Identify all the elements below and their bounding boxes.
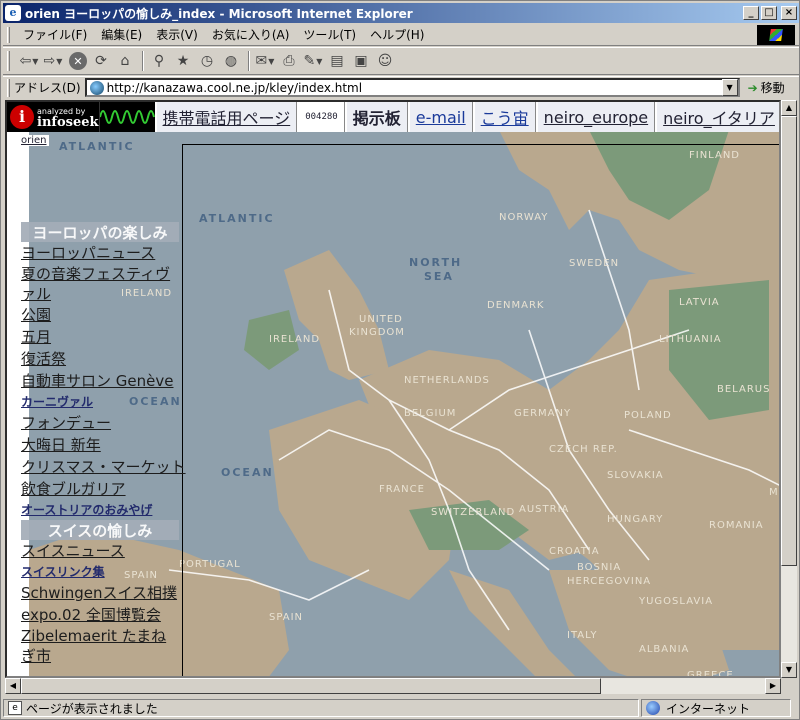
sidebar-item-schwingen[interactable]: Schwingenスイス相撲 [21,582,183,604]
sidebar-nav: ヨーロッパの楽しみ ヨーロッパニュース 夏の音楽フェスティヴァル 公園 五月 復… [7,222,186,666]
edit-icon[interactable]: ✎ ▼ [302,50,324,72]
menu-grip[interactable] [7,26,10,43]
email-link[interactable]: e-mail [407,102,473,132]
menu-tools[interactable]: ツール(T) [296,24,363,45]
refresh-icon[interactable]: ⟳ [90,50,112,72]
ie-icon: e [5,5,21,21]
search-icon[interactable]: ⚲ [148,50,170,72]
favorites-icon[interactable]: ★ [172,50,194,72]
logo-infoseek: infoseek [37,115,99,130]
address-input[interactable]: http://kanazawa.cool.ne.jp/kley/index.ht… [84,78,740,97]
scroll-down-button[interactable]: ▼ [781,662,797,678]
address-value[interactable]: http://kanazawa.cool.ne.jp/kley/index.ht… [107,81,722,95]
scroll-left-button[interactable]: ◀ [5,678,21,694]
history-icon[interactable]: ◷ [196,50,218,72]
browser-window: e orien ヨーロッパの愉しみ_index - Microsoft Inte… [0,0,800,720]
vertical-scrollbar[interactable]: ▲ ▼ [781,100,797,678]
horizontal-scrollbar[interactable]: ◀ ▶ [5,678,781,694]
sidebar-item-carnival[interactable]: カーニヴァル [21,392,183,412]
sidebar-item-bulgaria-food[interactable]: 飲食ブルガリア [21,478,183,500]
page-viewport[interactable]: ATLANTIC ATLANTIC OCEAN OCEAN NORTH SEA … [5,100,781,678]
horizontal-scroll-thumb[interactable] [21,678,601,694]
globe-icon[interactable]: ◍ [220,50,242,72]
go-button[interactable]: ➔ 移動 [748,79,785,96]
forward-icon[interactable]: ⇨ ▼ [42,50,64,72]
menu-file[interactable]: ファイル(F) [16,24,94,45]
infoseek-i-icon: i [10,105,34,129]
menu-favorites[interactable]: お気に入り(A) [205,24,297,45]
stop-icon[interactable]: ✕ [69,52,87,70]
address-bar: アドレス(D) http://kanazawa.cool.ne.jp/kley/… [3,76,799,98]
back-icon[interactable]: ⇦ ▼ [18,50,40,72]
toolbar-grip[interactable] [7,51,10,71]
home-icon[interactable]: ⌂ [114,50,136,72]
label-atlantic: ATLANTIC [59,140,135,153]
sidebar-item-europe-news[interactable]: ヨーロッパニュース [21,242,183,264]
sidebar-item-fondue[interactable]: フォンデュー [21,412,183,434]
mobile-page-link[interactable]: 携帯電話用ページ [154,102,298,132]
address-dropdown-button[interactable]: ▼ [721,79,738,96]
neiro-italia-link[interactable]: neiro_イタリア [655,102,779,132]
print-icon[interactable]: ⎙ [278,50,300,72]
sidebar-item-christmas-market[interactable]: クリスマス・マーケット [21,456,186,478]
status-text: ページが表示されました [26,701,158,716]
research-icon[interactable]: ▣ [350,50,372,72]
map-frame [182,144,779,676]
address-grip[interactable] [7,78,10,97]
waveform-icon [98,102,155,132]
orien-link[interactable]: orien [19,135,49,146]
toolbar-separator [142,51,144,71]
windows-logo-icon [757,25,795,45]
menu-edit[interactable]: 編集(E) [94,24,149,45]
mail-icon[interactable]: ✉ ▼ [254,50,276,72]
page-status-icon: e [8,701,22,715]
sidebar-item-may[interactable]: 五月 [21,326,183,348]
discuss-icon[interactable]: ▤ [326,50,348,72]
kouchuu-link[interactable]: こう宙 [472,102,536,132]
sidebar-item-easter[interactable]: 復活祭 [21,348,183,370]
visitor-counter: 004280 [297,102,345,132]
menu-view[interactable]: 表示(V) [149,24,205,45]
bbs-link[interactable]: 掲示板 [344,102,408,132]
close-button[interactable]: × [781,6,797,20]
page-banner: i analyzed by infoseek 携帯電話用ページ 004280 掲… [7,102,779,132]
sidebar-item-zibelemaerit[interactable]: Zibelemaerit たまねぎ市 [21,626,181,666]
swiss-heading: スイスの愉しみ [21,520,179,540]
title-bar[interactable]: e orien ヨーロッパの愉しみ_index - Microsoft Inte… [3,3,799,23]
zone-cell: インターネット [641,699,791,717]
sidebar-item-swiss-news[interactable]: スイスニュース [21,540,183,562]
menu-bar: ファイル(F) 編集(E) 表示(V) お気に入り(A) ツール(T) ヘルプ(… [3,24,799,46]
toolbar-separator [248,51,250,71]
sidebar-item-swiss-links[interactable]: スイスリンク集 [21,562,183,582]
page-icon [89,80,104,95]
status-bar: e ページが表示されました インターネット [3,697,799,719]
scroll-up-button[interactable]: ▲ [781,100,797,116]
zone-label: インターネット [666,701,751,716]
window-title: orien ヨーロッパの愉しみ_index - Microsoft Intern… [25,6,413,21]
sidebar-item-summer-music[interactable]: 夏の音楽フェスティヴァル [21,264,181,304]
messenger-icon[interactable]: ☺ [374,50,396,72]
menu-help[interactable]: ヘルプ(H) [363,24,431,45]
infoseek-logo[interactable]: i analyzed by infoseek [7,102,99,132]
maximize-button[interactable]: □ [761,6,777,20]
go-label: 移動 [760,81,785,95]
neiro-europe-link[interactable]: neiro_europe [535,102,656,132]
sidebar-item-austria-souvenir[interactable]: オーストリアのおみやげ [21,500,183,520]
standard-toolbar: ⇦ ▼ ⇨ ▼ ✕ ⟳ ⌂ ⚲ ★ ◷ ◍ ✉ ▼ ⎙ ✎ ▼ ▤ ▣ ☺ [3,47,799,75]
sidebar-item-expo02[interactable]: expo.02 全国博覧会 [21,604,183,626]
sidebar-item-park[interactable]: 公園 [21,304,183,326]
go-arrow-icon: ➔ [747,80,758,95]
scroll-right-button[interactable]: ▶ [765,678,781,694]
europe-heading: ヨーロッパの楽しみ [21,222,179,242]
sidebar-item-new-year[interactable]: 大晦日 新年 [21,434,183,456]
minimize-button[interactable]: _ [743,6,759,20]
status-text-cell: e ページが表示されました [3,699,639,717]
vertical-scroll-thumb[interactable] [781,116,797,566]
internet-zone-icon [646,701,660,715]
sidebar-item-auto-salon[interactable]: 自動車サロン Genève [21,370,183,392]
address-label: アドレス(D) [14,81,81,95]
